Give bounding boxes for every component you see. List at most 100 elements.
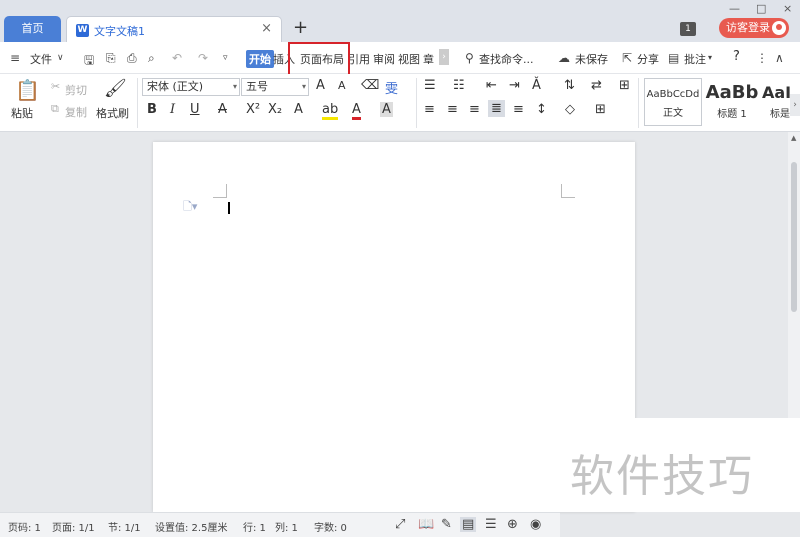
paste-button[interactable]: 粘贴 [11, 105, 33, 121]
edit-mode-icon[interactable]: ✎ [441, 517, 452, 532]
status-pages[interactable]: 页面: 1/1 [52, 519, 95, 534]
help-button[interactable]: ? [733, 49, 740, 64]
copy-button[interactable]: 复制 [65, 104, 87, 120]
chinese-layout-icon[interactable]: Ǎ [532, 78, 541, 93]
tab-review[interactable]: 审阅 [373, 51, 395, 67]
fullscreen-icon[interactable]: ⤢ [395, 517, 405, 532]
scroll-up-icon[interactable]: ▲ [791, 134, 796, 142]
justify-icon[interactable]: ≣ [488, 100, 505, 117]
export-pdf-icon[interactable]: ⎘ [106, 51, 116, 66]
borders-icon[interactable]: ⊞ [595, 102, 606, 117]
grow-font-icon[interactable]: A [316, 78, 325, 93]
clear-format-icon[interactable]: ⌫ [361, 78, 379, 93]
align-left-icon[interactable]: ≡ [424, 102, 435, 117]
web-view-icon[interactable]: ⊕ [507, 517, 518, 532]
superscript-icon[interactable]: X² [246, 102, 260, 117]
search-icon[interactable]: ⚲ [465, 51, 474, 65]
highlight-color-icon[interactable]: ab [322, 102, 339, 120]
shading-icon[interactable]: ◇ [565, 102, 575, 117]
font-name-select[interactable]: 宋体 (正文) ▾ [142, 78, 240, 96]
undo-icon[interactable]: ↶ [172, 51, 182, 65]
close-window-button[interactable]: × [783, 2, 792, 15]
unsaved-status[interactable]: 未保存 [575, 51, 608, 67]
outline-view-icon[interactable]: ☰ [485, 517, 497, 532]
print-icon[interactable]: ⎙ [127, 51, 137, 66]
tab-document[interactable]: W 文字文稿1 × [66, 16, 282, 42]
save-icon[interactable]: 🖫 [84, 51, 94, 72]
tab-start[interactable]: 开始 [246, 50, 274, 68]
close-tab-icon[interactable]: × [261, 21, 272, 36]
font-color-icon[interactable]: A [352, 102, 361, 120]
increase-indent-icon[interactable]: ⇥ [509, 78, 520, 93]
bullet-list-icon[interactable]: ☰ [424, 78, 436, 93]
status-page-number[interactable]: 页码: 1 [8, 519, 41, 534]
add-tab-button[interactable]: + [293, 19, 308, 37]
page-view-icon[interactable]: ▤ [460, 517, 477, 532]
align-center-icon[interactable]: ≡ [447, 102, 458, 117]
comment-button[interactable]: 批注 [684, 51, 706, 67]
menu-file[interactable]: 文件 [30, 51, 52, 67]
scissors-icon[interactable]: ✂ [51, 80, 60, 93]
share-icon[interactable]: ⇱ [622, 51, 632, 65]
decrease-indent-icon[interactable]: ⇤ [486, 78, 497, 93]
align-right-icon[interactable]: ≡ [469, 102, 480, 117]
tab-document-title: 文字文稿1 [94, 25, 145, 38]
tab-chapter[interactable]: 章 [423, 51, 434, 67]
command-search[interactable]: 查找命令... [479, 51, 534, 67]
paste-icon[interactable]: 📋 [15, 78, 40, 102]
cloud-icon[interactable]: ☁ [558, 51, 570, 65]
tab-home[interactable]: 首页 [4, 16, 61, 42]
status-setting[interactable]: 设置值: 2.5厘米 [155, 519, 227, 534]
distributed-icon[interactable]: ≡ [513, 102, 524, 117]
phonetic-guide-icon[interactable]: 雯 [385, 78, 398, 97]
quick-access-dropdown-icon[interactable]: ▿ [223, 53, 228, 63]
status-word-count[interactable]: 字数: 0 [314, 519, 347, 534]
status-column[interactable]: 列: 1 [275, 519, 298, 534]
comment-dropdown-icon[interactable]: ▾ [708, 53, 712, 62]
tab-references[interactable]: 引用 [348, 51, 370, 67]
comment-icon[interactable]: ▤ [668, 51, 679, 65]
tab-view[interactable]: 视图 [398, 51, 420, 67]
show-marks-icon[interactable]: ⇄ [591, 78, 602, 93]
eye-protection-icon[interactable]: ◉ [530, 517, 541, 532]
style-heading-1[interactable]: AaBb 标题 1 [703, 78, 761, 126]
format-painter-icon[interactable]: 🖌 [104, 78, 127, 99]
status-section[interactable]: 节: 1/1 [108, 519, 141, 534]
subscript-icon[interactable]: X₂ [268, 102, 282, 117]
print-preview-icon[interactable]: ⌕ [148, 51, 155, 66]
italic-icon[interactable]: I [170, 102, 175, 117]
paragraph-layout-icon[interactable]: 🗋▾ [183, 198, 197, 217]
underline-icon[interactable]: U [190, 102, 200, 117]
read-mode-icon[interactable]: 📖 [418, 517, 434, 532]
copy-icon[interactable]: ⧉ [51, 102, 59, 116]
tabs-scroll-right-icon[interactable]: › [439, 49, 449, 65]
minimize-button[interactable]: — [729, 2, 740, 15]
line-spacing-icon[interactable]: ↕ [536, 102, 547, 117]
window-count-badge[interactable]: 1 [680, 22, 696, 36]
more-icon[interactable]: ⋮ [756, 51, 768, 65]
format-painter-button[interactable]: 格式刷 [96, 105, 129, 121]
text-effect-icon[interactable]: A [294, 102, 303, 117]
chevron-down-icon: ▾ [232, 82, 237, 91]
chevron-down-icon[interactable]: ∨ [57, 53, 64, 63]
table-frame-icon[interactable]: ⊞ [619, 78, 630, 93]
styles-scroll-icon[interactable]: › [790, 94, 800, 116]
maximize-button[interactable]: □ [756, 2, 766, 15]
redo-icon[interactable]: ↷ [198, 51, 208, 65]
numbered-list-icon[interactable]: ☷ [453, 78, 465, 93]
sort-icon[interactable]: ⇅ [564, 78, 575, 93]
character-shading-icon[interactable]: A [380, 102, 393, 117]
style-heading-2[interactable]: AaI 标是 [762, 78, 790, 126]
style-normal[interactable]: AaBbCcDd 正文 [644, 78, 702, 126]
font-size-select[interactable]: 五号 ▾ [241, 78, 309, 96]
collapse-ribbon-icon[interactable]: ∧ [775, 51, 784, 65]
scrollbar-thumb[interactable] [791, 162, 797, 312]
cut-button[interactable]: 剪切 [65, 82, 87, 98]
guest-login-button[interactable]: 访客登录 [719, 18, 789, 38]
bold-icon[interactable]: B [147, 102, 157, 117]
strikethrough-icon[interactable]: A [218, 102, 227, 117]
hamburger-icon[interactable]: ≡ [10, 51, 20, 65]
shrink-font-icon[interactable]: A [338, 79, 346, 92]
status-row[interactable]: 行: 1 [243, 519, 266, 534]
share-button[interactable]: 分享 [637, 51, 659, 67]
